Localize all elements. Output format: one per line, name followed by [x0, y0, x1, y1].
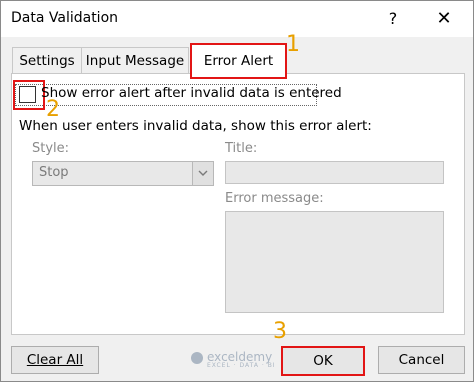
error-message-label: Error message: [225, 191, 324, 206]
exceldemy-logo-icon [191, 351, 203, 364]
invalid-data-group-label: When user enters invalid data, show this… [19, 118, 372, 134]
tab-strip: Settings Input Message Error Alert [1, 37, 473, 79]
clear-all-label: Clear All [26, 352, 84, 368]
watermark-logo: exceldemy EXCEL · DATA · BI [191, 350, 276, 369]
style-label: Style: [32, 141, 70, 156]
title-input[interactable] [225, 161, 444, 184]
tab-error-alert[interactable]: Error Alert [190, 43, 287, 79]
error-message-textarea[interactable] [225, 211, 444, 313]
callout-number-3: 3 [273, 319, 287, 344]
show-error-alert-label[interactable]: Show error alert after invalid data is e… [41, 85, 342, 101]
tab-settings[interactable]: Settings [12, 47, 82, 74]
dialog-title: Data Validation [11, 10, 119, 26]
data-validation-dialog: Data Validation ? ✕ Settings Input Messa… [0, 0, 474, 382]
ok-button[interactable]: OK [281, 346, 365, 376]
chevron-down-icon[interactable] [192, 162, 213, 185]
callout-number-2: 2 [46, 97, 60, 122]
title-bar: Data Validation ? ✕ [1, 1, 473, 37]
cancel-button[interactable]: Cancel [378, 346, 465, 374]
clear-all-button[interactable]: Clear All [11, 346, 99, 374]
watermark-tagline: EXCEL · DATA · BI [207, 362, 276, 369]
tab-input-message[interactable]: Input Message [81, 47, 189, 74]
style-select[interactable]: Stop [32, 161, 214, 186]
callout-number-1: 1 [286, 32, 300, 57]
help-icon[interactable]: ? [379, 7, 407, 31]
style-value: Stop [39, 165, 69, 180]
title-label: Title: [225, 141, 258, 156]
close-icon[interactable]: ✕ [430, 7, 458, 31]
